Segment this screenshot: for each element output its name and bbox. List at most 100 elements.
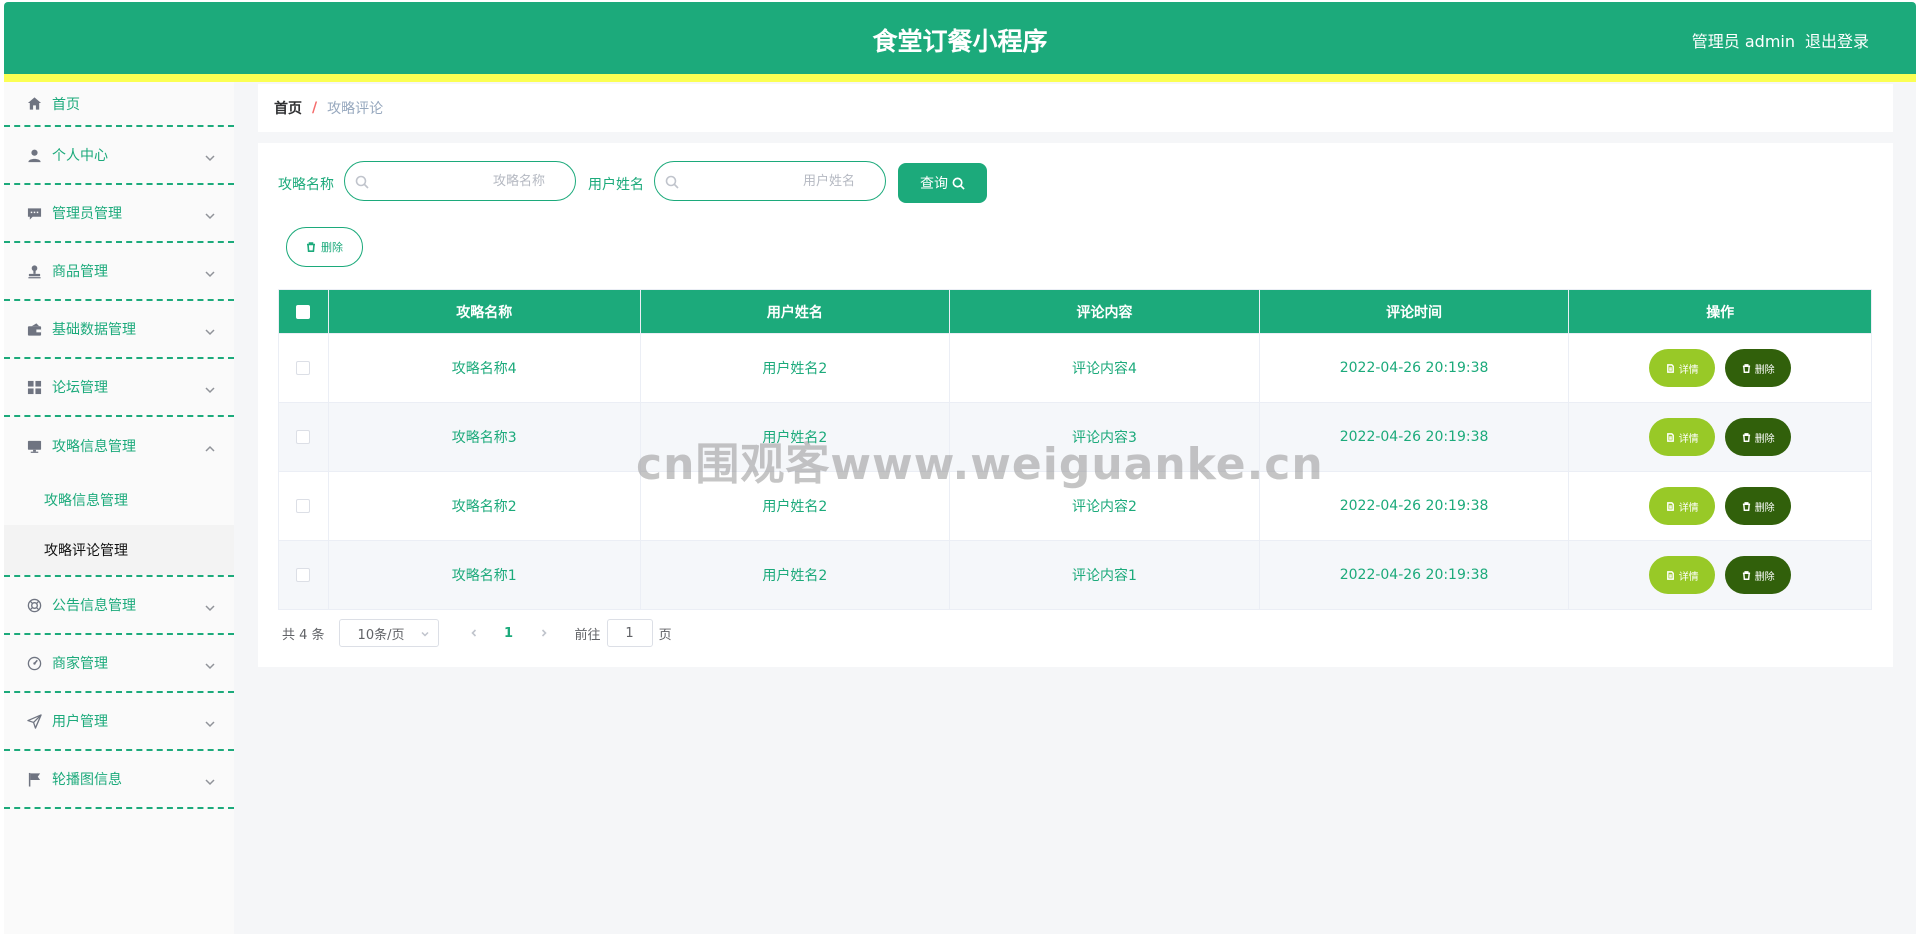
prev-page-button[interactable] [459, 619, 489, 647]
detail-button[interactable]: 详情 [1649, 418, 1716, 456]
sidebar-item-user-management[interactable]: 用户管理 [4, 693, 234, 751]
delete-button-label: 删除 [1754, 502, 1775, 514]
cell-comment-content: 评论内容4 [950, 334, 1260, 402]
cell-strategy-name: 攻略名称4 [329, 334, 641, 402]
search-label-strategy-name: 攻略名称 [278, 177, 334, 193]
pagination-total: 共 4 条 [282, 627, 325, 643]
home-icon [26, 96, 42, 112]
table-header: 攻略名称 用户姓名 评论内容 评论时间 操作 [279, 290, 1871, 333]
submenu-item-strategy-comments[interactable]: 攻略评论管理 [4, 525, 234, 575]
sidebar-item-label: 论坛管理 [52, 380, 108, 396]
select-all-checkbox[interactable] [296, 304, 311, 319]
row-checkbox[interactable] [296, 568, 311, 582]
flag-icon [26, 771, 42, 787]
column-header: 评论时间 [1260, 290, 1570, 333]
document-icon [1666, 501, 1674, 511]
chevron-down-icon [204, 149, 216, 162]
search-strategy-name-input[interactable] [345, 162, 575, 200]
chevron-down-icon [204, 381, 216, 394]
column-header: 攻略名称 [329, 290, 641, 333]
sidebar-item-merchant[interactable]: 商家管理 [4, 635, 234, 693]
search-user-name-input[interactable] [655, 162, 885, 200]
detail-button[interactable]: 详情 [1649, 487, 1716, 525]
chevron-down-icon [204, 773, 216, 786]
app-header: 食堂订餐小程序 管理员 admin 退出登录 [4, 2, 1916, 82]
sidebar-item-label: 管理员管理 [52, 206, 122, 222]
detail-button[interactable]: 详情 [1649, 556, 1716, 594]
cell-comment-time: 2022-04-26 20:19:38 [1260, 472, 1570, 540]
query-button[interactable]: 查询 [898, 163, 987, 203]
cell-user-name: 用户姓名2 [641, 403, 951, 471]
chevron-down-icon [421, 631, 429, 637]
trash-icon [307, 242, 315, 252]
delete-button[interactable]: 删除 [1725, 418, 1792, 456]
logout-link[interactable]: 退出登录 [1805, 28, 1869, 52]
sidebar-item-home[interactable]: 首页 [4, 82, 234, 127]
detail-button-label: 详情 [1678, 571, 1699, 583]
row-select-cell [279, 472, 329, 540]
cell-comment-time: 2022-04-26 20:19:38 [1260, 334, 1570, 402]
breadcrumb-home[interactable]: 首页 [274, 98, 302, 118]
document-icon [1666, 570, 1674, 580]
user-icon [26, 147, 42, 163]
row-select-cell [279, 541, 329, 609]
sidebar-item-strategy-info[interactable]: 攻略信息管理 [4, 417, 234, 475]
sidebar-item-forum[interactable]: 论坛管理 [4, 359, 234, 417]
delete-button[interactable]: 删除 [1725, 556, 1792, 594]
goto-suffix: 页 [658, 627, 672, 643]
sidebar-item-carousel[interactable]: 轮播图信息 [4, 751, 234, 809]
sidebar: 首页 个人中心 管理员管理 商品管理 基础数据管理 论坛管理 攻略信息管理 攻略… [4, 82, 234, 934]
page-size-select[interactable]: 10条/页 [338, 619, 439, 647]
sidebar-item-label: 首页 [52, 96, 80, 113]
cell-comment-content: 评论内容3 [950, 403, 1260, 471]
detail-button-label: 详情 [1678, 433, 1699, 445]
goto-page-input[interactable] [606, 619, 653, 647]
wallet-icon [26, 321, 42, 337]
sidebar-item-announcements[interactable]: 公告信息管理 [4, 577, 234, 635]
trash-icon [1742, 432, 1750, 442]
delete-button[interactable]: 删除 [1725, 487, 1792, 525]
batch-delete-label: 删除 [321, 241, 343, 254]
table-row: 攻略名称1 用户姓名2 评论内容1 2022-04-26 20:19:38 详情… [279, 540, 1871, 609]
chevron-down-icon [204, 323, 216, 336]
submenu-item-strategy-info[interactable]: 攻略信息管理 [4, 475, 234, 525]
row-checkbox[interactable] [296, 499, 311, 513]
cell-user-name: 用户姓名2 [641, 472, 951, 540]
page-size-value: 10条/页 [357, 627, 405, 643]
search-strategy-name-box [344, 161, 576, 201]
search-icon [952, 177, 965, 190]
sidebar-item-admin-management[interactable]: 管理员管理 [4, 185, 234, 243]
chat-icon [26, 205, 42, 221]
sidebar-item-label: 公告信息管理 [52, 598, 136, 614]
page-number-current[interactable]: 1 [489, 626, 529, 641]
row-checkbox[interactable] [296, 430, 311, 444]
sidebar-item-basic-data[interactable]: 基础数据管理 [4, 301, 234, 359]
cell-strategy-name: 攻略名称1 [329, 541, 641, 609]
row-select-cell [279, 334, 329, 402]
delete-button-label: 删除 [1754, 571, 1775, 583]
delete-button[interactable]: 删除 [1725, 349, 1792, 387]
dashboard-icon [26, 655, 42, 671]
delete-button-label: 删除 [1754, 433, 1775, 445]
row-checkbox[interactable] [296, 361, 311, 375]
sidebar-item-label: 商品管理 [52, 264, 108, 280]
send-icon [26, 713, 42, 729]
detail-button[interactable]: 详情 [1649, 349, 1716, 387]
chevron-up-icon [204, 440, 216, 452]
search-icon [665, 174, 679, 189]
sidebar-item-label: 攻略信息管理 [52, 439, 136, 455]
search-user-name-box [654, 161, 886, 201]
help-icon [26, 597, 42, 613]
cell-actions: 详情 删除 [1569, 403, 1871, 471]
sidebar-item-label: 商家管理 [52, 656, 108, 672]
current-user-label: 管理员 admin [1691, 32, 1795, 51]
batch-delete-button[interactable]: 删除 [286, 227, 363, 267]
comments-table: 攻略名称 用户姓名 评论内容 评论时间 操作 攻略名称4 用户姓名2 评论内容4… [278, 289, 1872, 610]
app-title: 食堂订餐小程序 [872, 27, 1048, 56]
chevron-down-icon [204, 715, 216, 728]
sidebar-item-personal-center[interactable]: 个人中心 [4, 127, 234, 185]
sidebar-item-product-management[interactable]: 商品管理 [4, 243, 234, 301]
cell-comment-time: 2022-04-26 20:19:38 [1260, 541, 1570, 609]
next-page-button[interactable] [529, 619, 559, 647]
chevron-right-icon [541, 629, 547, 637]
